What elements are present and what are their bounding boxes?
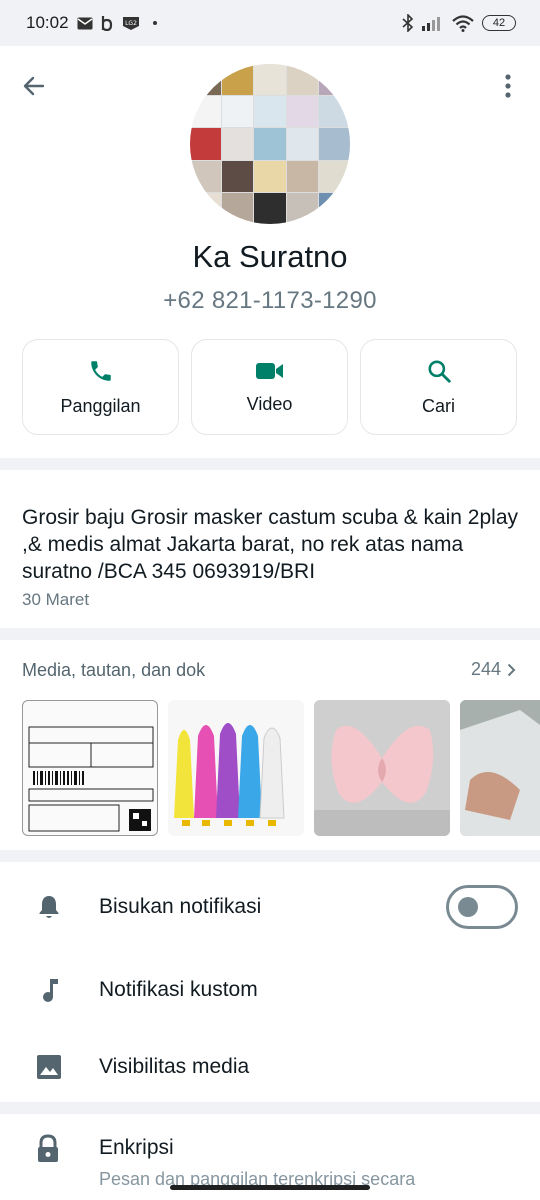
video-call-button[interactable]: Video — [191, 339, 348, 435]
encryption-title: Enkripsi — [99, 1136, 174, 1159]
battery-icon: 42 — [482, 15, 516, 31]
media-thumbnails — [22, 700, 540, 836]
media-title[interactable]: Media, tautan, dan dok — [22, 660, 205, 681]
about-section[interactable]: Grosir baju Grosir masker castum scuba &… — [0, 470, 540, 628]
bell-icon — [36, 894, 62, 920]
more-notifications-dot — [152, 21, 157, 25]
custom-notifications-label: Notifikasi kustom — [99, 978, 258, 1001]
media-thumbnail[interactable] — [460, 700, 540, 836]
custom-notifications-row[interactable]: Notifikasi kustom — [0, 955, 540, 1025]
more-vertical-icon — [505, 74, 511, 98]
media-thumbnail[interactable] — [314, 700, 450, 836]
phone-icon — [90, 360, 111, 381]
search-icon — [427, 359, 451, 383]
mute-notifications-toggle[interactable] — [446, 885, 518, 929]
chevron-right-icon — [507, 663, 516, 676]
signal-icon — [422, 17, 440, 31]
notification-settings: Bisukan notifikasi Notifikasi kustom Vis… — [0, 862, 540, 1102]
notification-icons: LG2 — [77, 15, 141, 31]
arrow-left-icon — [23, 76, 45, 96]
about-text: Grosir baju Grosir masker castum scuba &… — [22, 506, 519, 583]
media-thumbnail[interactable] — [168, 700, 304, 836]
mute-notifications-row[interactable]: Bisukan notifikasi — [0, 872, 540, 942]
media-thumbnail[interactable] — [22, 700, 158, 836]
avatar[interactable] — [190, 64, 350, 224]
mail-icon — [77, 17, 93, 29]
b-app-icon — [101, 16, 112, 31]
wifi-icon — [452, 14, 474, 32]
search-button[interactable]: Cari — [360, 339, 517, 435]
lg-app-icon: LG2 — [122, 17, 139, 30]
toggle-knob — [458, 897, 478, 917]
about-date: 30 Maret — [22, 590, 90, 609]
contact-header: Ka Suratno +62 821-1173-1290 Panggilan V… — [0, 46, 540, 458]
bluetooth-icon — [402, 14, 414, 32]
svg-text:LG2: LG2 — [125, 20, 137, 27]
call-label: Panggilan — [60, 395, 141, 416]
contact-name: Ka Suratno — [192, 239, 348, 274]
media-count: 244 — [470, 659, 501, 679]
call-button[interactable]: Panggilan — [22, 339, 179, 435]
back-button[interactable] — [16, 68, 52, 104]
more-options-button[interactable] — [490, 68, 526, 104]
home-indicator[interactable] — [170, 1185, 370, 1190]
music-note-icon — [36, 977, 62, 1003]
contact-phone[interactable]: +62 821-1173-1290 — [0, 287, 540, 315]
media-section: Media, tautan, dan dok 244 — [0, 640, 540, 850]
mute-notifications-label: Bisukan notifikasi — [99, 895, 262, 918]
media-count-link[interactable]: 244 — [471, 659, 516, 680]
lock-icon — [36, 1134, 60, 1169]
quick-actions: Panggilan Video Cari — [22, 339, 517, 435]
image-icon — [36, 1054, 62, 1080]
video-label: Video — [246, 393, 293, 414]
search-label: Cari — [421, 395, 455, 416]
status-time: 10:02 — [26, 13, 69, 32]
media-visibility-row[interactable]: Visibilitas media — [0, 1032, 540, 1102]
status-bar: 10:02 LG2 42 — [0, 0, 540, 46]
video-icon — [255, 362, 283, 379]
media-visibility-label: Visibilitas media — [99, 1055, 250, 1078]
